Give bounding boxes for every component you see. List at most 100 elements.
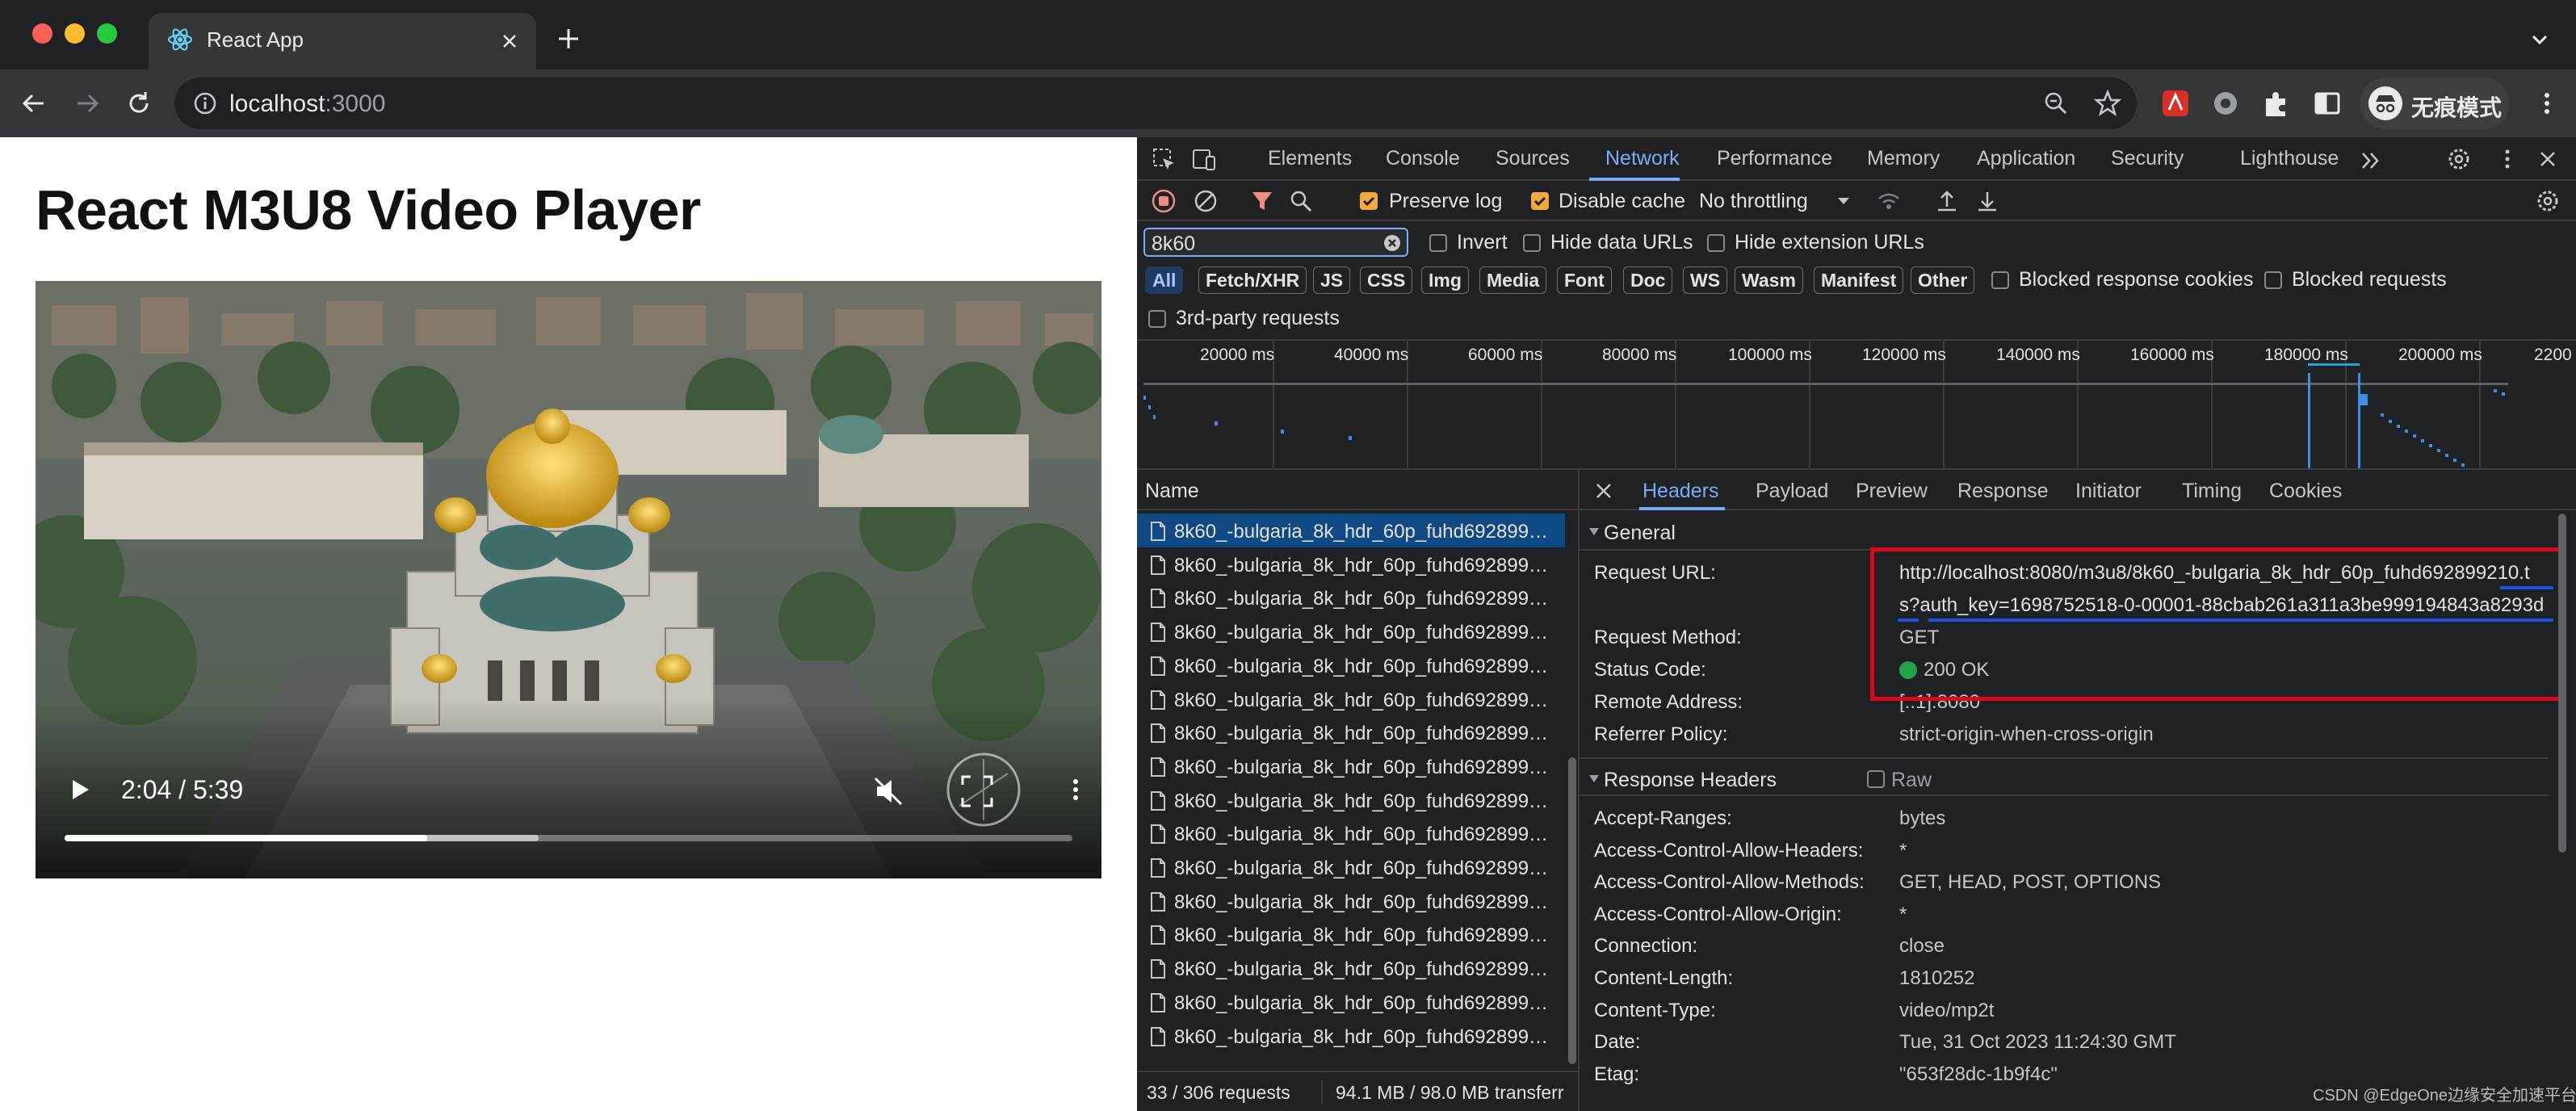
request-row[interactable]: 8k60_-bulgaria_8k_hdr_60p_fuhd692899… — [1137, 884, 1565, 918]
filter-pill-js[interactable]: JS — [1313, 266, 1351, 294]
tab-preview[interactable]: Preview — [1856, 480, 1928, 503]
extension-red-icon[interactable] — [2158, 86, 2193, 121]
clear-filter-icon[interactable] — [1382, 233, 1402, 253]
request-row[interactable]: 8k60_-bulgaria_8k_hdr_60p_fuhd692899… — [1137, 648, 1565, 682]
throttling-select[interactable]: No throttling — [1699, 190, 1808, 213]
request-row[interactable]: 8k60_-bulgaria_8k_hdr_60p_fuhd692899… — [1137, 547, 1565, 581]
tab-security[interactable]: Security — [2111, 147, 2184, 170]
tab-payload[interactable]: Payload — [1756, 480, 1828, 503]
filter-pill-all[interactable]: All — [1145, 266, 1184, 294]
extensions-puzzle-icon[interactable] — [2258, 86, 2293, 121]
incognito-badge[interactable]: 无痕模式 — [2360, 78, 2510, 129]
raw-checkbox[interactable] — [1867, 770, 1885, 788]
more-tabs-chevron-icon[interactable] — [2358, 147, 2385, 174]
tab-timing[interactable]: Timing — [2182, 480, 2242, 503]
dropdown-caret-icon[interactable] — [1830, 187, 1857, 215]
filter-pill-img[interactable]: Img — [1421, 266, 1469, 294]
info-icon[interactable] — [192, 90, 218, 116]
search-icon[interactable] — [1287, 187, 1315, 215]
filter-pill-manifest[interactable]: Manifest — [1814, 266, 1904, 294]
filter-pill-fetch-xhr[interactable]: Fetch/XHR — [1198, 266, 1307, 294]
request-row[interactable]: 8k60_-bulgaria_8k_hdr_60p_fuhd692899… — [1137, 715, 1565, 749]
tab-elements[interactable]: Elements — [1268, 147, 1352, 170]
preserve-log-checkbox[interactable] — [1360, 192, 1378, 210]
clear-icon[interactable] — [1192, 187, 1219, 215]
devtools-menu-icon[interactable] — [2494, 145, 2521, 173]
invert-checkbox[interactable] — [1429, 234, 1447, 252]
extension-gear-icon[interactable] — [2208, 86, 2243, 121]
muted-volume-icon[interactable] — [871, 774, 906, 809]
export-har-icon[interactable] — [1974, 187, 2001, 215]
side-panel-icon[interactable] — [2310, 86, 2345, 121]
tab-initiator[interactable]: Initiator — [2075, 480, 2142, 503]
network-overview-timeline[interactable]: 20000 ms 40000 ms 60000 ms 80000 ms 1000… — [1137, 341, 2576, 470]
zoom-icon[interactable] — [2041, 89, 2070, 118]
tab-headers[interactable]: Headers — [1643, 480, 1719, 503]
close-window-button[interactable] — [32, 23, 52, 44]
filter-pill-doc[interactable]: Doc — [1623, 266, 1673, 294]
video-player[interactable]: 2:04 / 5:39 — [36, 281, 1101, 878]
blocked-requests-checkbox[interactable] — [2264, 271, 2282, 289]
filter-input[interactable]: 8k60 — [1143, 228, 1408, 257]
hide-extension-urls-checkbox[interactable] — [1707, 234, 1725, 252]
tab-close-icon[interactable] — [497, 29, 522, 53]
video-progress-bar[interactable] — [65, 835, 1072, 841]
request-row[interactable]: 8k60_-bulgaria_8k_hdr_60p_fuhd692899… — [1137, 514, 1565, 547]
minimize-window-button[interactable] — [65, 23, 85, 44]
back-arrow-icon[interactable] — [16, 86, 52, 121]
filter-pill-ws[interactable]: WS — [1683, 266, 1728, 294]
request-row[interactable]: 8k60_-bulgaria_8k_hdr_60p_fuhd692899… — [1137, 749, 1565, 783]
hide-data-urls-checkbox[interactable] — [1523, 234, 1541, 252]
tab-performance[interactable]: Performance — [1717, 147, 1832, 170]
filter-pill-wasm[interactable]: Wasm — [1735, 266, 1803, 294]
scrollbar-thumb[interactable] — [2558, 514, 2566, 853]
request-row[interactable]: 8k60_-bulgaria_8k_hdr_60p_fuhd692899… — [1137, 816, 1565, 850]
import-har-icon[interactable] — [1933, 187, 1961, 215]
chevron-down-icon[interactable] — [2528, 27, 2552, 52]
disable-cache-checkbox[interactable] — [1531, 192, 1549, 210]
close-devtools-icon[interactable] — [2534, 145, 2561, 173]
maximize-window-button[interactable] — [97, 23, 117, 44]
filter-pill-other[interactable]: Other — [1911, 266, 1975, 294]
filter-pill-media[interactable]: Media — [1479, 266, 1547, 294]
tab-sources[interactable]: Sources — [1496, 147, 1570, 170]
third-party-checkbox[interactable] — [1148, 310, 1166, 328]
address-bar[interactable]: localhost:3000 — [174, 78, 2137, 129]
request-row[interactable]: 8k60_-bulgaria_8k_hdr_60p_fuhd692899… — [1137, 1019, 1565, 1053]
request-row[interactable]: 8k60_-bulgaria_8k_hdr_60p_fuhd692899… — [1137, 783, 1565, 817]
close-details-icon[interactable] — [1592, 480, 1615, 502]
network-conditions-icon[interactable] — [1875, 187, 1903, 215]
tab-memory[interactable]: Memory — [1867, 147, 1940, 170]
blocked-cookies-checkbox[interactable] — [1991, 271, 2009, 289]
request-row[interactable]: 8k60_-bulgaria_8k_hdr_60p_fuhd692899… — [1137, 614, 1565, 648]
details-scrollbar[interactable] — [2555, 510, 2570, 1111]
inspect-element-icon[interactable] — [1150, 145, 1177, 173]
scrollbar-thumb[interactable] — [1568, 757, 1576, 1064]
new-tab-icon[interactable] — [554, 24, 583, 53]
tab-response[interactable]: Response — [1957, 480, 2049, 503]
browser-tab[interactable]: React App — [149, 13, 536, 69]
filter-icon[interactable] — [1248, 187, 1276, 215]
general-section-header[interactable]: General — [1580, 512, 2549, 551]
network-settings-gear-icon[interactable] — [2534, 187, 2561, 215]
request-row[interactable]: 8k60_-bulgaria_8k_hdr_60p_fuhd692899… — [1137, 850, 1565, 884]
device-toolbar-icon[interactable] — [1190, 145, 1218, 173]
tab-network[interactable]: Network — [1605, 147, 1680, 170]
tab-console[interactable]: Console — [1386, 147, 1460, 170]
tab-cookies[interactable]: Cookies — [2269, 480, 2342, 503]
response-headers-section-header[interactable]: Response Headers Raw — [1580, 757, 2549, 796]
more-options-icon[interactable] — [1059, 774, 1092, 806]
play-icon[interactable] — [63, 774, 95, 806]
reload-icon[interactable] — [121, 86, 157, 121]
browser-menu-icon[interactable] — [2531, 87, 2563, 119]
forward-arrow-icon[interactable] — [69, 86, 105, 121]
record-stop-icon[interactable] — [1150, 187, 1177, 215]
filter-pill-font[interactable]: Font — [1557, 266, 1612, 294]
request-row[interactable]: 8k60_-bulgaria_8k_hdr_60p_fuhd692899… — [1137, 985, 1565, 1019]
request-row[interactable]: 8k60_-bulgaria_8k_hdr_60p_fuhd692899… — [1137, 581, 1565, 614]
request-list-scrollbar[interactable] — [1565, 510, 1578, 1071]
request-list-header[interactable]: Name — [1137, 470, 1578, 510]
bookmark-star-icon[interactable] — [2093, 89, 2122, 118]
settings-gear-icon[interactable] — [2445, 145, 2473, 173]
tab-lighthouse[interactable]: Lighthouse — [2240, 147, 2339, 170]
